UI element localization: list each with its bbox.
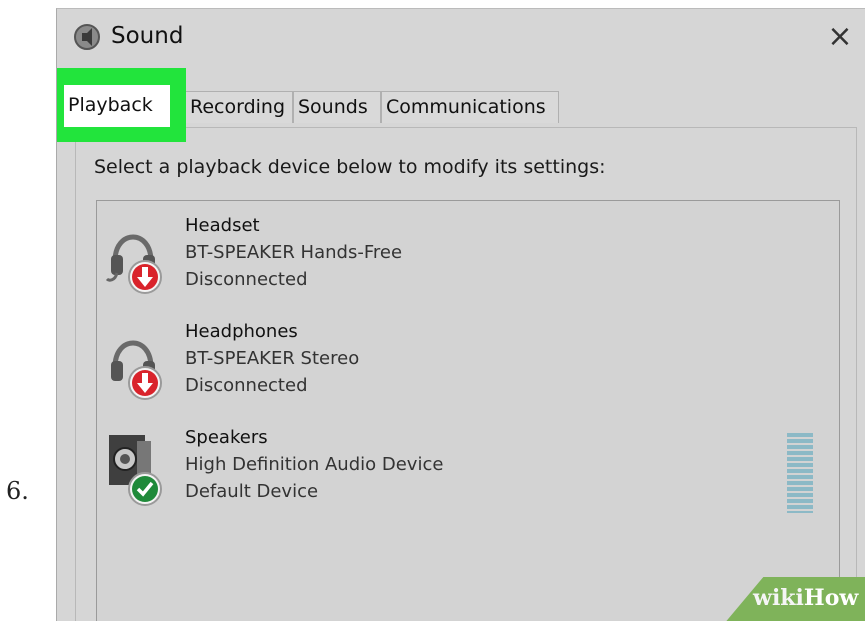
step-number: 6. — [6, 477, 29, 505]
speakers-icon — [109, 435, 162, 506]
window-title: Sound — [111, 23, 184, 49]
device-status: Disconnected — [185, 375, 308, 396]
volume-level-meter — [787, 433, 813, 513]
device-list[interactable]: Headset BT-SPEAKER Hands-Free Disconnect… — [96, 200, 840, 621]
watermark-how: How — [803, 585, 859, 611]
watermark-wiki: wiki — [753, 585, 804, 611]
headset-icon — [105, 234, 162, 294]
headphones-icon — [111, 340, 162, 400]
device-item-speakers[interactable]: Speakers High Definition Audio Device De… — [97, 427, 837, 525]
speaker-icon — [74, 24, 100, 50]
device-name: Speakers — [185, 427, 268, 448]
title-bar: Sound × — [57, 9, 865, 67]
device-description: BT-SPEAKER Stereo — [185, 348, 360, 369]
tab-recording[interactable]: Recording — [185, 91, 293, 123]
device-status: Disconnected — [185, 269, 308, 290]
device-description: BT-SPEAKER Hands-Free — [185, 242, 403, 263]
sound-dialog: Sound × Recording Sounds Communications … — [56, 8, 865, 621]
device-item-headset[interactable]: Headset BT-SPEAKER Hands-Free Disconnect… — [97, 215, 837, 313]
device-description: High Definition Audio Device — [185, 454, 444, 475]
close-button[interactable]: × — [820, 17, 860, 57]
tab-communications[interactable]: Communications — [381, 91, 559, 123]
playback-panel: Select a playback device below to modify… — [75, 127, 857, 621]
tab-sounds[interactable]: Sounds — [293, 91, 381, 123]
wikihow-watermark: wikiHow — [713, 577, 865, 621]
device-name: Headphones — [185, 321, 298, 342]
device-name: Headset — [185, 215, 260, 236]
tab-playback[interactable]: Playback — [64, 85, 170, 127]
device-item-headphones[interactable]: Headphones BT-SPEAKER Stereo Disconnecte… — [97, 321, 837, 419]
watermark-text: wikiHow — [753, 585, 858, 611]
instruction-text: Select a playback device below to modify… — [94, 156, 606, 178]
device-status: Default Device — [185, 481, 319, 502]
